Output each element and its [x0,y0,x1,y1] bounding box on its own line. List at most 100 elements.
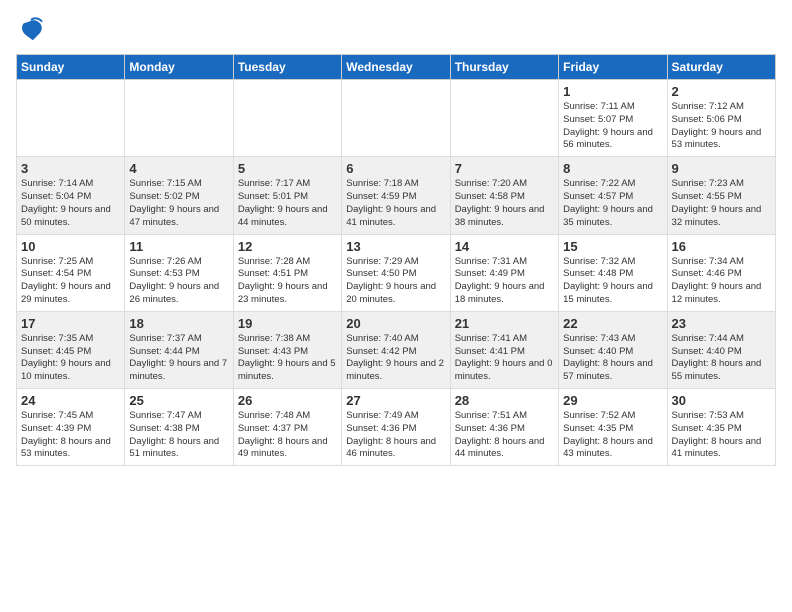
day-number: 14 [455,239,554,254]
day-info: Sunrise: 7:18 AM Sunset: 4:59 PM Dayligh… [346,178,445,229]
day-info: Sunrise: 7:41 AM Sunset: 4:41 PM Dayligh… [455,333,554,384]
day-info: Sunrise: 7:17 AM Sunset: 5:01 PM Dayligh… [238,178,337,229]
day-number: 10 [21,239,120,254]
day-number: 4 [129,161,228,176]
day-info: Sunrise: 7:52 AM Sunset: 4:35 PM Dayligh… [563,410,662,461]
day-info: Sunrise: 7:28 AM Sunset: 4:51 PM Dayligh… [238,256,337,307]
col-header-thursday: Thursday [450,55,558,80]
day-info: Sunrise: 7:11 AM Sunset: 5:07 PM Dayligh… [563,101,662,152]
calendar-week-row: 24Sunrise: 7:45 AM Sunset: 4:39 PM Dayli… [17,389,776,466]
calendar-week-row: 3 Sunrise: 7:14 AM Sunset: 5:04 PM Daylig… [17,157,776,234]
calendar-cell: 6 Sunrise: 7:18 AM Sunset: 4:59 PM Daylig… [342,157,450,234]
day-number: 17 [21,316,120,331]
day-number: 27 [346,393,445,408]
day-number: 29 [563,393,662,408]
calendar-cell: 27 Sunrise: 7:49 AM Sunset: 4:36 PM Dayli… [342,389,450,466]
calendar-cell: 25Sunrise: 7:47 AM Sunset: 4:38 PM Dayli… [125,389,233,466]
calendar-cell: 17 Sunrise: 7:35 AM Sunset: 4:45 PM Dayli… [17,311,125,388]
calendar-cell [125,80,233,157]
calendar-cell: 1 Sunrise: 7:11 AM Sunset: 5:07 PM Daylig… [559,80,667,157]
calendar-cell: 16 Sunrise: 7:34 AM Sunset: 4:46 PM Dayli… [667,234,775,311]
calendar-cell: 14Sunrise: 7:31 AM Sunset: 4:49 PM Dayli… [450,234,558,311]
col-header-wednesday: Wednesday [342,55,450,80]
day-number: 19 [238,316,337,331]
calendar-week-row: 10Sunrise: 7:25 AM Sunset: 4:54 PM Dayli… [17,234,776,311]
day-info: Sunrise: 7:49 AM Sunset: 4:36 PM Dayligh… [346,410,445,461]
day-number: 2 [672,84,771,99]
calendar-cell: 24Sunrise: 7:45 AM Sunset: 4:39 PM Dayli… [17,389,125,466]
day-number: 26 [238,393,337,408]
day-info: Sunrise: 7:43 AM Sunset: 4:40 PM Dayligh… [563,333,662,384]
calendar-cell: 26 Sunrise: 7:48 AM Sunset: 4:37 PM Dayli… [233,389,341,466]
calendar-cell: 23 Sunrise: 7:44 AM Sunset: 4:40 PM Dayli… [667,311,775,388]
col-header-saturday: Saturday [667,55,775,80]
col-header-sunday: Sunday [17,55,125,80]
calendar-table: SundayMondayTuesdayWednesdayThursdayFrid… [16,54,776,466]
day-number: 6 [346,161,445,176]
day-info: Sunrise: 7:53 AM Sunset: 4:35 PM Dayligh… [672,410,771,461]
header [16,16,776,44]
day-info: Sunrise: 7:20 AM Sunset: 4:58 PM Dayligh… [455,178,554,229]
day-info: Sunrise: 7:40 AM Sunset: 4:42 PM Dayligh… [346,333,445,384]
day-number: 11 [129,239,228,254]
day-number: 30 [672,393,771,408]
calendar-cell: 18 Sunrise: 7:37 AM Sunset: 4:44 PM Dayli… [125,311,233,388]
logo-icon [16,16,44,44]
day-info: Sunrise: 7:34 AM Sunset: 4:46 PM Dayligh… [672,256,771,307]
day-info: Sunrise: 7:26 AM Sunset: 4:53 PM Dayligh… [129,256,228,307]
day-number: 16 [672,239,771,254]
day-number: 9 [672,161,771,176]
calendar-cell: 13 Sunrise: 7:29 AM Sunset: 4:50 PM Dayli… [342,234,450,311]
day-info: Sunrise: 7:44 AM Sunset: 4:40 PM Dayligh… [672,333,771,384]
calendar-cell: 4 Sunrise: 7:15 AM Sunset: 5:02 PM Daylig… [125,157,233,234]
day-number: 20 [346,316,445,331]
calendar-week-row: 17 Sunrise: 7:35 AM Sunset: 4:45 PM Dayli… [17,311,776,388]
calendar-cell: 29 Sunrise: 7:52 AM Sunset: 4:35 PM Dayli… [559,389,667,466]
day-number: 5 [238,161,337,176]
logo [16,16,48,44]
day-info: Sunrise: 7:12 AM Sunset: 5:06 PM Dayligh… [672,101,771,152]
day-number: 25 [129,393,228,408]
day-number: 18 [129,316,228,331]
day-info: Sunrise: 7:29 AM Sunset: 4:50 PM Dayligh… [346,256,445,307]
calendar-cell: 10Sunrise: 7:25 AM Sunset: 4:54 PM Dayli… [17,234,125,311]
day-number: 8 [563,161,662,176]
day-info: Sunrise: 7:22 AM Sunset: 4:57 PM Dayligh… [563,178,662,229]
col-header-tuesday: Tuesday [233,55,341,80]
calendar-cell: 5 Sunrise: 7:17 AM Sunset: 5:01 PM Daylig… [233,157,341,234]
day-info: Sunrise: 7:15 AM Sunset: 5:02 PM Dayligh… [129,178,228,229]
calendar-cell [233,80,341,157]
day-info: Sunrise: 7:48 AM Sunset: 4:37 PM Dayligh… [238,410,337,461]
calendar-cell: 28 Sunrise: 7:51 AM Sunset: 4:36 PM Dayli… [450,389,558,466]
day-info: Sunrise: 7:37 AM Sunset: 4:44 PM Dayligh… [129,333,228,384]
day-number: 23 [672,316,771,331]
day-number: 13 [346,239,445,254]
calendar-cell: 20 Sunrise: 7:40 AM Sunset: 4:42 PM Dayli… [342,311,450,388]
calendar-cell [342,80,450,157]
col-header-monday: Monday [125,55,233,80]
day-number: 21 [455,316,554,331]
page: SundayMondayTuesdayWednesdayThursdayFrid… [0,0,792,612]
day-number: 7 [455,161,554,176]
calendar-cell [450,80,558,157]
day-info: Sunrise: 7:51 AM Sunset: 4:36 PM Dayligh… [455,410,554,461]
calendar-cell: 22 Sunrise: 7:43 AM Sunset: 4:40 PM Dayli… [559,311,667,388]
calendar-cell: 9 Sunrise: 7:23 AM Sunset: 4:55 PM Daylig… [667,157,775,234]
calendar-cell: 3 Sunrise: 7:14 AM Sunset: 5:04 PM Daylig… [17,157,125,234]
day-number: 3 [21,161,120,176]
calendar-cell: 12 Sunrise: 7:28 AM Sunset: 4:51 PM Dayli… [233,234,341,311]
calendar-cell: 2 Sunrise: 7:12 AM Sunset: 5:06 PM Daylig… [667,80,775,157]
day-info: Sunrise: 7:32 AM Sunset: 4:48 PM Dayligh… [563,256,662,307]
day-number: 12 [238,239,337,254]
day-info: Sunrise: 7:23 AM Sunset: 4:55 PM Dayligh… [672,178,771,229]
day-number: 15 [563,239,662,254]
day-number: 22 [563,316,662,331]
day-number: 1 [563,84,662,99]
day-info: Sunrise: 7:14 AM Sunset: 5:04 PM Dayligh… [21,178,120,229]
calendar-cell: 11 Sunrise: 7:26 AM Sunset: 4:53 PM Dayli… [125,234,233,311]
calendar-header-row: SundayMondayTuesdayWednesdayThursdayFrid… [17,55,776,80]
day-info: Sunrise: 7:35 AM Sunset: 4:45 PM Dayligh… [21,333,120,384]
col-header-friday: Friday [559,55,667,80]
day-number: 28 [455,393,554,408]
calendar-cell: 19Sunrise: 7:38 AM Sunset: 4:43 PM Dayli… [233,311,341,388]
